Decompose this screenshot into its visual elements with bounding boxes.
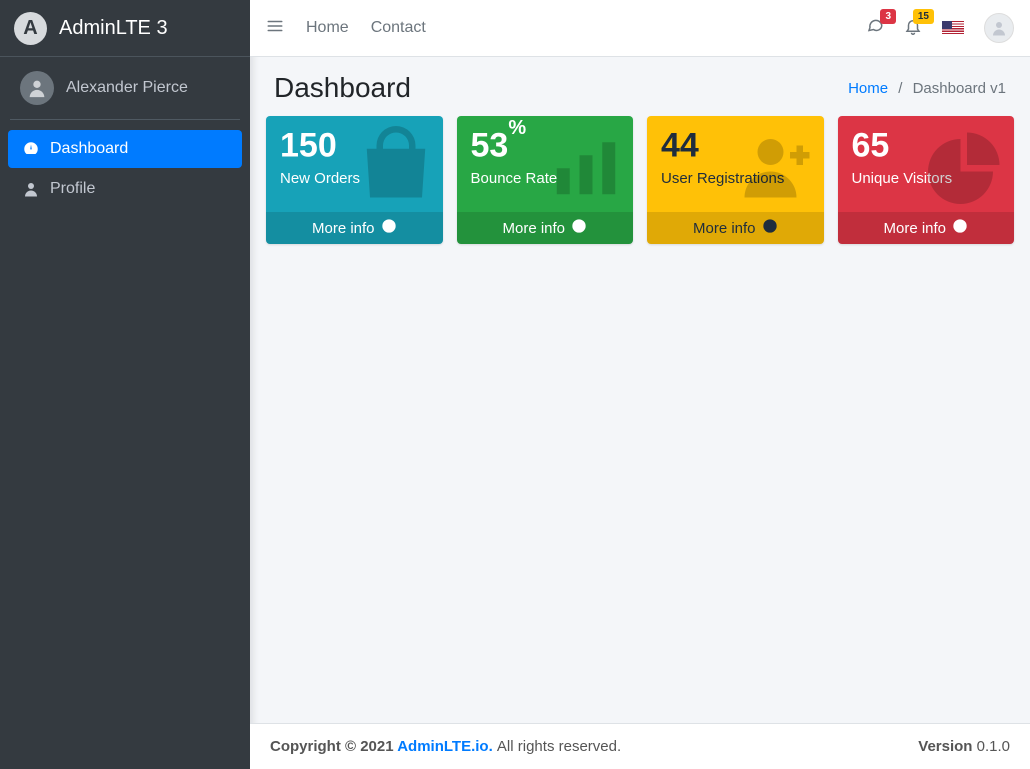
sidebar-item-profile[interactable]: Profile (8, 170, 242, 208)
footer-copyright: Copyright © 2021 AdminLTE.io. All rights… (270, 738, 621, 755)
user-plus-icon (738, 126, 816, 209)
stat-more-info-link[interactable]: More info (457, 212, 634, 244)
stats-bars-icon (547, 126, 625, 209)
stat-box-new-orders: 150 New Orders More info (266, 116, 443, 244)
footer-version: Version 0.1.0 (918, 738, 1010, 755)
sidebar-item-dashboard[interactable]: Dashboard (8, 130, 242, 168)
user-icon (20, 180, 42, 198)
stat-more-info-link[interactable]: More info (647, 212, 824, 244)
stat-box-bounce-rate: 53% Bounce Rate More info (457, 116, 634, 244)
sidebar-item-label: Dashboard (50, 140, 128, 158)
bag-icon (357, 126, 435, 209)
arrow-circle-right-icon (571, 218, 587, 238)
user-menu-button[interactable] (984, 13, 1014, 43)
breadcrumb-separator: / (898, 80, 902, 97)
messages-button[interactable]: 3 (866, 17, 884, 40)
stat-row: 150 New Orders More info 53% Bounce Rate (266, 116, 1014, 244)
comments-icon (866, 22, 884, 39)
brand-name: AdminLTE 3 (59, 17, 168, 40)
topbar-link-home[interactable]: Home (306, 19, 349, 37)
user-avatar-icon (20, 71, 54, 105)
stat-box-unique-visitors: 65 Unique Visitors More info (838, 116, 1015, 244)
brand[interactable]: A AdminLTE 3 (0, 0, 250, 57)
topbar-link-contact[interactable]: Contact (371, 19, 426, 37)
sidebar: A AdminLTE 3 Alexander Pierce Dashboard … (0, 0, 250, 769)
user-name: Alexander Pierce (66, 79, 188, 97)
content: 150 New Orders More info 53% Bounce Rate (250, 116, 1030, 723)
topbar-right: 3 15 (866, 13, 1014, 43)
breadcrumb-current: Dashboard v1 (913, 80, 1006, 97)
page-title: Dashboard (274, 72, 411, 104)
stat-box-user-registrations: 44 User Registrations More info (647, 116, 824, 244)
sidebar-nav: Dashboard Profile (0, 120, 250, 220)
main: Home Contact 3 15 (250, 0, 1030, 769)
tachometer-icon (20, 140, 42, 158)
arrow-circle-right-icon (381, 218, 397, 238)
notifications-button[interactable]: 15 (904, 17, 922, 40)
bell-icon (904, 22, 922, 39)
page-footer: Copyright © 2021 AdminLTE.io. All rights… (250, 723, 1030, 769)
messages-badge: 3 (880, 9, 896, 24)
brand-logo-icon: A (14, 12, 47, 45)
notifications-badge: 15 (913, 9, 934, 24)
stat-more-info-link[interactable]: More info (838, 212, 1015, 244)
language-flag-icon[interactable] (942, 21, 964, 36)
breadcrumb: Home / Dashboard v1 (848, 80, 1006, 97)
brand-logo-letter: A (23, 17, 37, 40)
footer-brand-link[interactable]: AdminLTE.io. (397, 738, 493, 755)
pie-chart-icon (928, 126, 1006, 209)
content-header: Dashboard Home / Dashboard v1 (250, 57, 1030, 116)
arrow-circle-right-icon (762, 218, 778, 238)
menu-toggle-button[interactable] (266, 17, 284, 40)
topbar-left: Home Contact (266, 17, 426, 40)
topbar: Home Contact 3 15 (250, 0, 1030, 57)
breadcrumb-home[interactable]: Home (848, 80, 888, 97)
sidebar-item-label: Profile (50, 180, 95, 198)
arrow-circle-right-icon (952, 218, 968, 238)
user-panel[interactable]: Alexander Pierce (10, 57, 240, 120)
stat-more-info-link[interactable]: More info (266, 212, 443, 244)
